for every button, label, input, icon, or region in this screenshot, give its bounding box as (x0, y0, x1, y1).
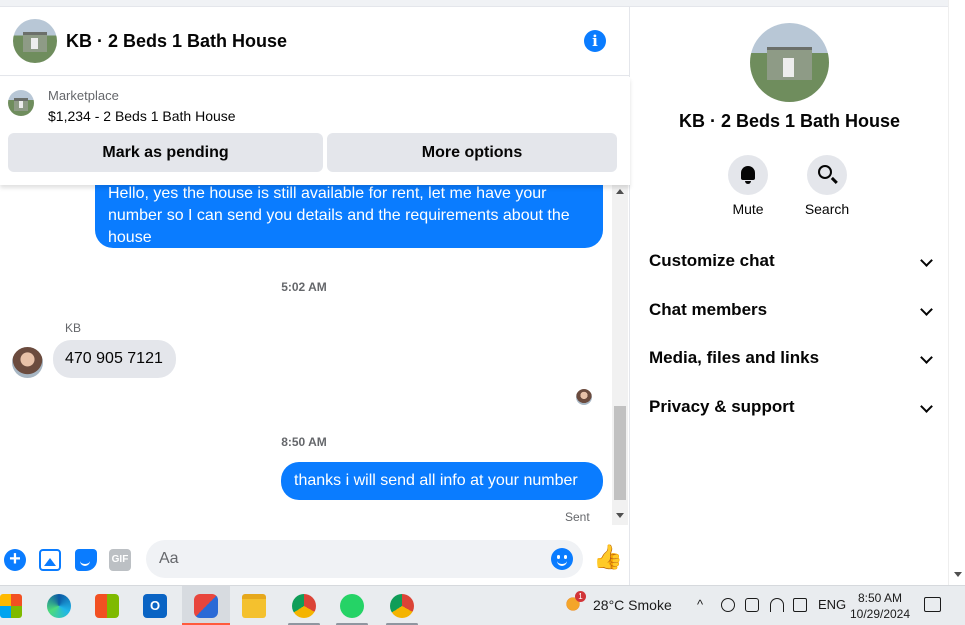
image-icon[interactable] (39, 549, 61, 571)
file-explorer-icon[interactable] (242, 594, 266, 618)
mute-button[interactable]: Mute (718, 155, 778, 217)
sender-avatar[interactable] (12, 347, 43, 378)
more-options-button[interactable]: More options (327, 133, 617, 172)
clock-date: 10/29/2024 (849, 607, 911, 621)
language-indicator[interactable]: ENG (818, 597, 846, 612)
profile-avatar[interactable] (750, 23, 829, 102)
marketplace-banner: Marketplace $1,234 - 2 Beds 1 Bath House… (0, 77, 630, 185)
menu-label: Media, files and links (649, 348, 820, 367)
chat-scrollbar[interactable] (612, 185, 628, 525)
info-icon[interactable]: i (584, 30, 606, 52)
scroll-down-arrow-icon[interactable] (954, 572, 962, 577)
listing-thumbnail[interactable] (8, 90, 34, 116)
app-icon[interactable] (194, 594, 218, 618)
message-input[interactable] (146, 540, 583, 578)
plus-icon[interactable]: + (4, 549, 26, 571)
clock-time: 8:50 AM (857, 591, 903, 605)
mark-as-pending-button[interactable]: Mark as pending (8, 133, 323, 172)
incoming-message[interactable]: 470 905 7121 (53, 340, 176, 378)
seen-avatar (576, 389, 592, 405)
scroll-thumb[interactable] (614, 406, 626, 500)
outgoing-message[interactable]: thanks i will send all info at your numb… (281, 462, 603, 500)
whatsapp-icon[interactable] (340, 594, 364, 618)
sender-name: KB (65, 321, 82, 335)
search-label: Search (804, 201, 850, 217)
conversation-title[interactable]: KB · 2 Beds 1 Bath House (66, 31, 287, 52)
chevron-down-icon (920, 351, 933, 364)
weather-text[interactable]: 28°C Smoke (593, 597, 672, 613)
conversation-avatar[interactable] (13, 19, 57, 63)
windows-taskbar: O 1 28°C Smoke ^ ENG 8:50 AM 10/29/2024 (0, 585, 965, 625)
search-button[interactable]: Search (797, 155, 857, 217)
menu-label: Chat members (649, 300, 768, 319)
store-icon[interactable] (95, 594, 119, 618)
chevron-down-icon (920, 400, 933, 413)
panel-title: KB · 2 Beds 1 Bath House (678, 111, 901, 131)
battery-icon[interactable] (745, 598, 759, 612)
outlook-icon[interactable]: O (143, 594, 167, 618)
volume-icon[interactable] (793, 598, 807, 612)
menu-label: Privacy & support (649, 397, 795, 416)
edge-icon[interactable] (47, 594, 71, 618)
scroll-up-arrow-icon[interactable] (616, 189, 624, 194)
menu-media-files-links[interactable]: Media, files and links (649, 343, 933, 373)
timestamp: 5:02 AM (281, 280, 327, 294)
mute-circle[interactable] (728, 155, 768, 195)
emoji-icon[interactable] (551, 548, 573, 570)
mute-label: Mute (732, 201, 764, 217)
gif-icon[interactable]: GIF (109, 549, 131, 571)
bell-icon (741, 166, 755, 184)
chevron-down-icon (920, 254, 933, 267)
marketplace-label: Marketplace (48, 88, 119, 103)
chrome-icon[interactable] (292, 594, 316, 618)
show-hidden-icons-chevron-icon[interactable]: ^ (697, 597, 703, 612)
search-icon (818, 165, 832, 179)
wifi-icon[interactable] (770, 598, 784, 612)
conversation-info-panel: KB · 2 Beds 1 Bath House Mute Search Cus… (631, 7, 948, 585)
chrome-profile-icon[interactable] (390, 594, 414, 618)
outgoing-message[interactable]: Hello, yes the house is still available … (95, 185, 603, 248)
page-scrollbar[interactable] (948, 0, 965, 585)
menu-label: Customize chat (649, 251, 775, 270)
menu-customize-chat[interactable]: Customize chat (649, 246, 933, 276)
message-list[interactable]: Hello, yes the house is still available … (0, 185, 612, 525)
timestamp: 8:50 AM (281, 435, 327, 449)
notification-icon[interactable] (924, 597, 941, 612)
message-composer: + GIF 👍 (0, 525, 630, 585)
chat-header: KB · 2 Beds 1 Bath House i (0, 7, 630, 76)
thumbs-up-icon[interactable]: 👍 (593, 545, 623, 571)
copilot-icon[interactable] (0, 594, 22, 618)
clock[interactable]: 8:50 AM 10/29/2024 (849, 590, 911, 622)
chevron-down-icon (920, 303, 933, 316)
menu-privacy-support[interactable]: Privacy & support (649, 392, 933, 422)
top-strip (0, 0, 948, 7)
meet-now-icon[interactable] (721, 598, 735, 612)
message-status: Sent (565, 510, 590, 524)
messenger-window: KB · 2 Beds 1 Bath House i Marketplace $… (0, 0, 965, 625)
menu-chat-members[interactable]: Chat members (649, 295, 933, 325)
scroll-down-arrow-icon[interactable] (616, 513, 624, 518)
weather-badge: 1 (575, 591, 586, 602)
chat-column: KB · 2 Beds 1 Bath House i Marketplace $… (0, 7, 630, 585)
sticker-icon[interactable] (75, 549, 97, 571)
search-circle[interactable] (807, 155, 847, 195)
listing-title[interactable]: $1,234 - 2 Beds 1 Bath House (48, 108, 236, 124)
